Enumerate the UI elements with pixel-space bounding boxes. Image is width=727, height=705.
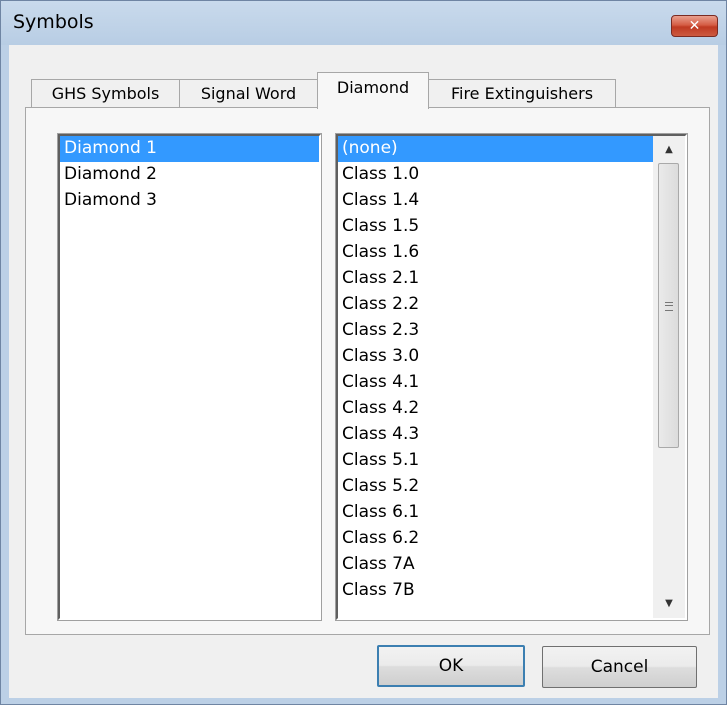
list-item[interactable]: Class 1.6	[338, 240, 653, 266]
list-item[interactable]: Class 1.5	[338, 214, 653, 240]
title-bar[interactable]: Symbols ✕	[1, 1, 726, 45]
list-item[interactable]: Class 6.1	[338, 500, 653, 526]
tab-fire-extinguishers[interactable]: Fire Extinguishers	[428, 79, 616, 108]
symbols-dialog: Symbols ✕ GHS Symbols Signal Word Diamon…	[0, 0, 727, 705]
list-item[interactable]: Class 2.3	[338, 318, 653, 344]
list-item[interactable]: Class 5.1	[338, 448, 653, 474]
close-icon: ✕	[688, 18, 701, 34]
list-item[interactable]: Class 3.0	[338, 344, 653, 370]
ok-button[interactable]: OK	[377, 645, 525, 687]
window-title: Symbols	[13, 11, 94, 33]
list-item[interactable]: Class 4.2	[338, 396, 653, 422]
list-item[interactable]: Class 1.0	[338, 162, 653, 188]
list-item[interactable]: Class 1.4	[338, 188, 653, 214]
diamond-tab-panel: Diamond 1 Diamond 2 Diamond 3 (none) Cla…	[25, 107, 710, 635]
class-list[interactable]: (none) Class 1.0 Class 1.4 Class 1.5 Cla…	[335, 133, 688, 621]
list-item[interactable]: Class 2.2	[338, 292, 653, 318]
list-item[interactable]: Diamond 1	[60, 136, 319, 162]
list-item[interactable]: Class 4.3	[338, 422, 653, 448]
vertical-scrollbar[interactable]: ▲ ▼	[653, 136, 685, 618]
dialog-client-area: GHS Symbols Signal Word Diamond Fire Ext…	[9, 45, 718, 698]
list-item[interactable]: Class 5.2	[338, 474, 653, 500]
list-item[interactable]: Class 7A	[338, 552, 653, 578]
scrollbar-thumb[interactable]	[658, 163, 679, 448]
scroll-down-arrow-icon[interactable]: ▼	[653, 590, 685, 618]
tab-ghs-symbols[interactable]: GHS Symbols	[31, 79, 180, 108]
tab-diamond[interactable]: Diamond	[317, 72, 429, 109]
list-item[interactable]: Class 4.1	[338, 370, 653, 396]
scrollbar-grip-icon	[665, 302, 673, 311]
list-item[interactable]: Class 7B	[338, 578, 653, 604]
diamond-list[interactable]: Diamond 1 Diamond 2 Diamond 3	[57, 133, 322, 621]
close-button[interactable]: ✕	[671, 15, 718, 37]
tab-signal-word[interactable]: Signal Word	[179, 79, 318, 108]
list-item[interactable]: Class 6.2	[338, 526, 653, 552]
scroll-up-arrow-icon[interactable]: ▲	[653, 136, 685, 164]
class-list-items: (none) Class 1.0 Class 1.4 Class 1.5 Cla…	[338, 136, 653, 604]
list-item[interactable]: Diamond 3	[60, 188, 319, 214]
list-item[interactable]: Diamond 2	[60, 162, 319, 188]
list-item[interactable]: Class 2.1	[338, 266, 653, 292]
list-item[interactable]: (none)	[338, 136, 653, 162]
cancel-button[interactable]: Cancel	[542, 646, 697, 688]
